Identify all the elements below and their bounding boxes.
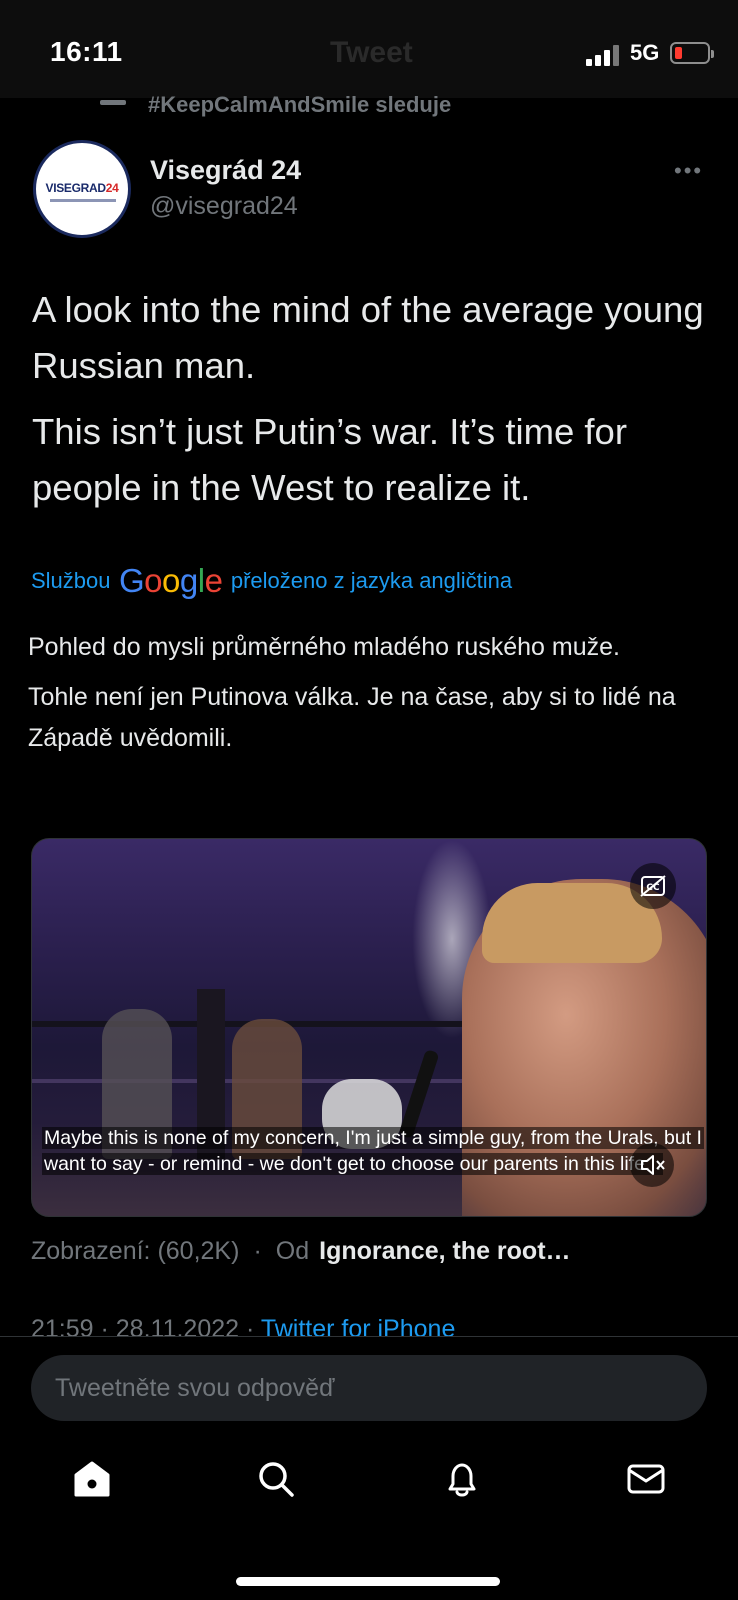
home-indicator[interactable] bbox=[236, 1577, 500, 1586]
tweet-text: A look into the mind of the average youn… bbox=[32, 282, 712, 516]
tab-home[interactable] bbox=[62, 1449, 122, 1509]
tweet-paragraph: This isn’t just Putin’s war. It’s time f… bbox=[32, 411, 628, 508]
video-caption: Maybe this is none of my concern, I'm ju… bbox=[42, 1127, 704, 1175]
view-count: Zobrazení: (60,2K) bbox=[31, 1237, 240, 1265]
tab-search[interactable] bbox=[246, 1449, 306, 1509]
battery-icon bbox=[670, 42, 714, 64]
muted-speaker-icon[interactable] bbox=[630, 1143, 674, 1187]
messages-icon bbox=[627, 1464, 665, 1494]
tab-notifications[interactable] bbox=[432, 1449, 492, 1509]
separator: · bbox=[253, 1237, 262, 1265]
author-handle[interactable]: @visegrad24 bbox=[150, 192, 298, 221]
source-prefix: Od bbox=[275, 1237, 310, 1265]
notifications-icon bbox=[448, 1463, 476, 1497]
video-player[interactable]: CC Maybe this is none of my concern, I'm… bbox=[31, 838, 707, 1217]
avatar-logo: VISEGRAD24 bbox=[45, 181, 119, 195]
translated-paragraph: Tohle není jen Putinova válka. Je na čas… bbox=[28, 683, 676, 752]
follow-indicator-icon bbox=[100, 100, 126, 105]
translation-prefix: Službou bbox=[31, 568, 111, 593]
translated-paragraph: Pohled do mysli průměrného mladého ruské… bbox=[28, 633, 620, 661]
avatar-logo-underline bbox=[50, 199, 116, 202]
avatar[interactable]: VISEGRAD24 bbox=[33, 140, 131, 238]
svg-text:CC: CC bbox=[646, 883, 660, 893]
video-source-link[interactable]: Ignorance, the root… bbox=[319, 1237, 570, 1265]
tab-bar bbox=[0, 1449, 738, 1519]
header-title: Tweet bbox=[330, 36, 413, 69]
tweet-paragraph: A look into the mind of the average youn… bbox=[32, 289, 704, 386]
tab-messages[interactable] bbox=[616, 1449, 676, 1509]
bottom-area bbox=[0, 1336, 738, 1600]
more-options-icon[interactable]: ••• bbox=[674, 158, 703, 184]
closed-captions-icon[interactable]: CC bbox=[630, 863, 676, 909]
google-logo: Google bbox=[118, 562, 223, 599]
reply-input[interactable] bbox=[31, 1355, 707, 1421]
home-icon bbox=[74, 1461, 110, 1497]
signal-icon bbox=[586, 44, 620, 66]
status-time: 16:11 bbox=[50, 36, 123, 67]
network-type: 5G bbox=[630, 40, 660, 65]
translated-text: Pohled do mysli průměrného mladého ruské… bbox=[28, 627, 718, 759]
translation-suffix: přeloženo z jazyka angličtina bbox=[230, 568, 513, 593]
search-icon bbox=[259, 1462, 294, 1497]
translation-attribution[interactable]: Službou Google přeloženo z jazyka anglič… bbox=[31, 562, 512, 602]
social-context-text: #KeepCalmAndSmile sleduje bbox=[148, 92, 452, 117]
status-bar: Tweet 16:11 5G bbox=[0, 0, 738, 98]
author-name[interactable]: Visegrád 24 bbox=[150, 155, 301, 186]
video-meta: Zobrazení: (60,2K) · Od Ignorance, the root… bbox=[31, 1237, 571, 1266]
